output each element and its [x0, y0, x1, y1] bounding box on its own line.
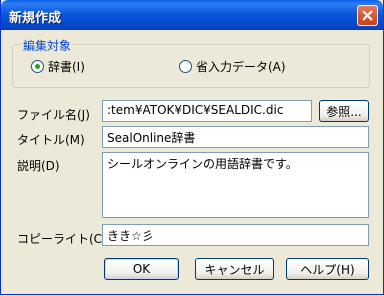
ok-button[interactable]: OK [104, 258, 179, 280]
radio-dictionary[interactable]: 辞書(I) [31, 58, 85, 75]
filename-input[interactable]: :tem¥ATOK¥DIC¥SEALDIC.dic [102, 100, 312, 122]
radio-dictionary-label: 辞書(I) [48, 60, 85, 74]
cancel-button[interactable]: キャンセル [195, 258, 274, 280]
filename-label: ファイル名(J) [17, 108, 90, 122]
radio-input-data[interactable]: 省入力データ(A) [179, 58, 286, 75]
copyright-label: コピーライト(C) [17, 232, 107, 246]
edit-target-group: 編集対象 辞書(I) 省入力データ(A) [12, 37, 370, 88]
close-button[interactable] [357, 5, 378, 26]
radio-input-data-label: 省入力データ(A) [196, 60, 286, 74]
title-input[interactable]: SealOnline辞書 [102, 126, 369, 148]
copyright-input[interactable]: きき☆彡 [102, 224, 369, 246]
group-label: 編集対象 [21, 37, 74, 54]
title-bar[interactable]: 新規作成 [1, 0, 383, 30]
description-textarea[interactable]: シールオンラインの用語辞書です。 [102, 152, 369, 218]
dialog-window: 新規作成 編集対象 辞書(I) 省入力データ(A) ファイル名(J) :tem¥… [0, 0, 384, 295]
description-label: 説明(D) [17, 159, 60, 173]
title-label: タイトル(M) [17, 133, 85, 147]
close-icon [362, 10, 373, 21]
radio-unselected-icon [179, 60, 192, 73]
dialog-title: 新規作成 [9, 11, 62, 26]
help-button[interactable]: ヘルプ(H) [286, 258, 369, 280]
radio-selected-icon [31, 60, 44, 73]
browse-button[interactable]: 参照... [319, 100, 369, 122]
